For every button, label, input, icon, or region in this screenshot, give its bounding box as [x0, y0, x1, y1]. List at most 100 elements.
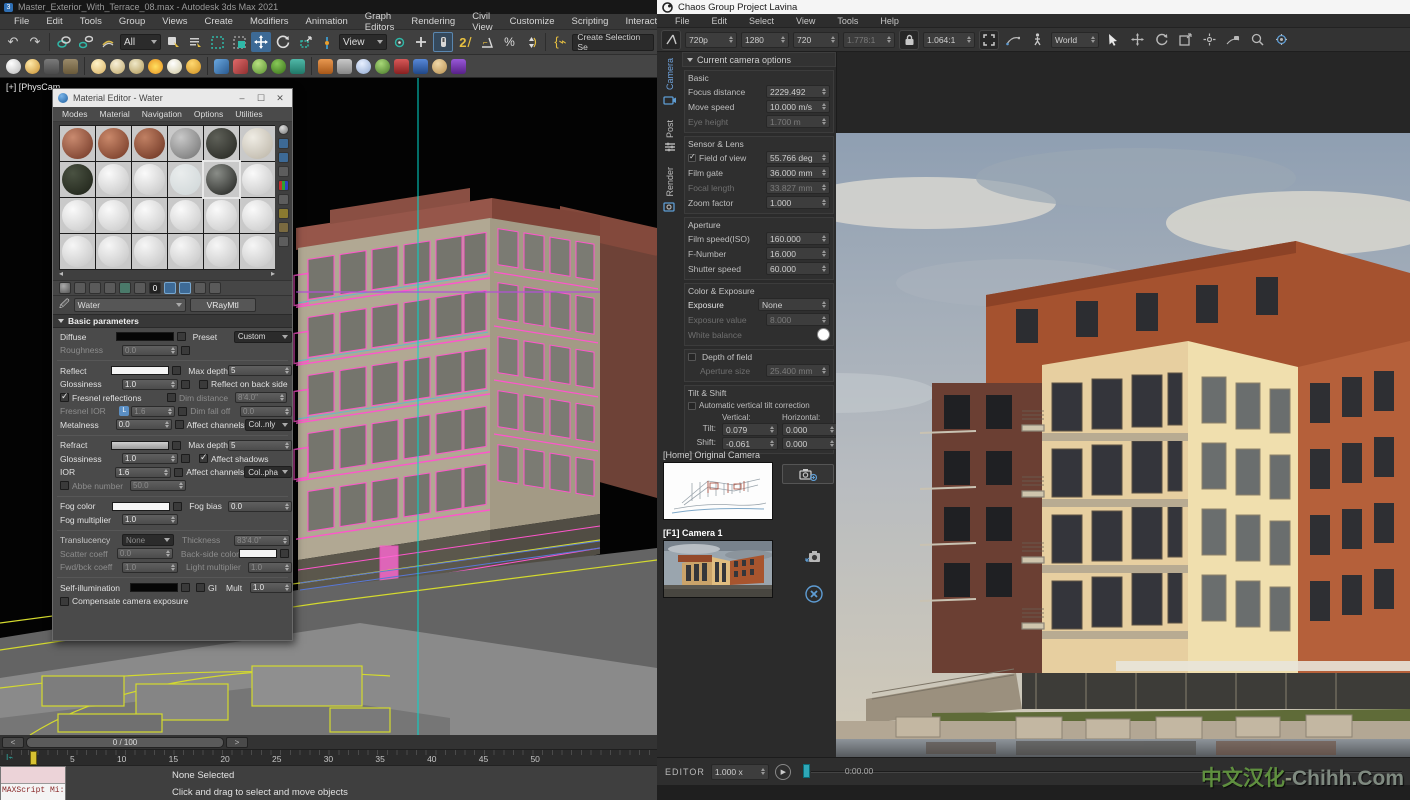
select-by-name-icon[interactable] [185, 32, 205, 52]
refract-color-swatch[interactable] [111, 441, 169, 450]
pixel-scale-field[interactable]: 1.064:1 [923, 32, 975, 48]
fresnel-checkbox[interactable] [60, 393, 69, 402]
me-menu-options[interactable]: Options [189, 109, 228, 119]
max-menu-customize[interactable]: Customize [502, 15, 563, 28]
material-slot[interactable] [240, 162, 275, 197]
custom-tool-icon[interactable] [233, 59, 248, 74]
edit-named-selection-icon[interactable]: {⌁ [550, 32, 570, 52]
diffuse-map-checkbox[interactable] [177, 332, 186, 341]
use-pivot-center-icon[interactable] [389, 32, 409, 52]
dim-distance-checkbox[interactable] [167, 393, 176, 402]
material-slot[interactable] [240, 234, 275, 269]
fullscreen-icon[interactable] [979, 30, 999, 50]
lavina-menu-help[interactable]: Help [870, 16, 909, 26]
fresnel-ior-lock-button[interactable]: L [119, 406, 129, 416]
resolution-height-field[interactable]: 720 [793, 32, 839, 48]
max-depth-field[interactable]: 5 [228, 365, 292, 376]
max-menu-views[interactable]: Views [154, 15, 195, 28]
maxscript-mini-listener[interactable]: MAXScript Mi: [0, 766, 66, 800]
background-icon[interactable] [278, 152, 289, 163]
custom-tool-icon[interactable] [337, 59, 352, 74]
camera-tool-icon[interactable] [214, 59, 229, 74]
update-camera-icon[interactable] [803, 545, 825, 567]
metalness-field[interactable]: 0.0 [116, 419, 172, 430]
custom-tool-icon[interactable] [63, 59, 78, 74]
material-slot[interactable] [168, 126, 203, 161]
reflect-backside-checkbox[interactable] [199, 380, 208, 389]
tilt-vertical-field[interactable]: 0.079 [722, 423, 778, 436]
camera-home-thumbnail[interactable] [663, 462, 773, 520]
redo-icon[interactable]: ↷ [25, 32, 45, 52]
material-slot[interactable] [132, 198, 167, 233]
lock-aspect-icon[interactable] [899, 30, 919, 50]
bind-to-space-warp-icon[interactable] [98, 32, 118, 52]
dim-distance-field[interactable]: 8'4.0" [235, 392, 287, 403]
me-menu-modes[interactable]: Modes [57, 109, 93, 119]
max-menu-edit[interactable]: Edit [38, 15, 70, 28]
shift-horizontal-field[interactable]: 0.000 [782, 437, 838, 450]
custom-tool-icon[interactable] [110, 59, 125, 74]
compensate-exposure-checkbox[interactable] [60, 597, 69, 606]
lavina-menu-tools[interactable]: Tools [827, 16, 868, 26]
me-menu-utilities[interactable]: Utilities [230, 109, 267, 119]
light-icon[interactable] [167, 59, 182, 74]
delete-camera-icon[interactable] [803, 583, 825, 605]
zoom-region-icon[interactable] [1247, 30, 1267, 50]
snowflake-icon[interactable] [356, 59, 371, 74]
tab-post[interactable]: Post [657, 114, 682, 161]
render-settings-icon[interactable] [1271, 30, 1291, 50]
material-slot-glass[interactable] [168, 162, 203, 197]
reset-map-icon[interactable] [104, 282, 116, 294]
reflect-map-checkbox[interactable] [172, 366, 181, 375]
fog-bias-field[interactable]: 0.0 [228, 501, 292, 512]
custom-tool-icon[interactable] [451, 59, 466, 74]
zoom-factor-field[interactable]: 1.000 [766, 196, 830, 209]
playback-speed-field[interactable]: 1.000 x [711, 764, 769, 780]
max-menu-file[interactable]: File [6, 15, 37, 28]
material-slot[interactable] [240, 126, 275, 161]
me-menu-navigation[interactable]: Navigation [137, 109, 187, 119]
material-slot[interactable] [204, 126, 239, 161]
pivot-snapshot-icon[interactable] [317, 32, 337, 52]
mult-field[interactable]: 1.0 [250, 582, 292, 593]
custom-tool-icon[interactable] [432, 59, 447, 74]
frame-selection-icon[interactable] [1175, 30, 1195, 50]
keyboard-shortcut-toggle-icon[interactable] [433, 32, 453, 52]
reflect-color-swatch[interactable] [111, 366, 169, 375]
scatter-coeff-field[interactable]: 0.0 [117, 548, 173, 559]
ior-field[interactable]: 1.6 [115, 467, 171, 478]
backlight-icon[interactable] [278, 138, 289, 149]
sample-uv-tiling-icon[interactable] [278, 166, 289, 177]
material-slot[interactable] [96, 234, 131, 269]
omni-light-icon[interactable] [186, 59, 201, 74]
material-map-navigator-icon[interactable] [278, 236, 289, 247]
material-slot[interactable] [60, 162, 95, 197]
put-to-library-icon[interactable] [134, 282, 146, 294]
lavina-menu-view[interactable]: View [786, 16, 825, 26]
camera-item-home[interactable]: [Home] Original Camera [663, 450, 836, 520]
material-slot[interactable] [240, 198, 275, 233]
track-bar[interactable]: Ⅰ⌁ 5 10 15 20 25 30 35 40 45 50 [0, 749, 657, 765]
sample-type-icon[interactable] [278, 124, 289, 135]
foliage-icon[interactable] [252, 59, 267, 74]
camera-1-thumbnail[interactable] [663, 540, 773, 598]
next-frame-button[interactable]: > [226, 737, 248, 748]
select-and-move-icon[interactable] [251, 32, 271, 52]
backside-color-map-checkbox[interactable] [280, 549, 289, 558]
diffuse-color-swatch[interactable] [116, 332, 174, 341]
self-illumination-map-checkbox[interactable] [181, 583, 190, 592]
material-slot[interactable] [204, 234, 239, 269]
select-and-rotate-icon[interactable] [273, 32, 293, 52]
options-icon[interactable] [278, 208, 289, 219]
max-menu-civil-view[interactable]: Civil View [464, 10, 500, 34]
custom-tool-icon[interactable] [394, 59, 409, 74]
field-of-view-checkbox[interactable] [688, 154, 696, 162]
refract-map-checkbox[interactable] [172, 441, 181, 450]
select-and-manipulate-icon[interactable] [411, 32, 431, 52]
maximize-icon[interactable]: ☐ [254, 93, 268, 104]
material-type-button[interactable]: VRayMtl [190, 298, 256, 312]
preset-dropdown[interactable]: Custom [234, 331, 292, 343]
compass-tool-icon[interactable] [661, 30, 681, 50]
time-slider[interactable]: < 0 / 100 > [0, 735, 657, 749]
window-crossing-icon[interactable] [229, 32, 249, 52]
